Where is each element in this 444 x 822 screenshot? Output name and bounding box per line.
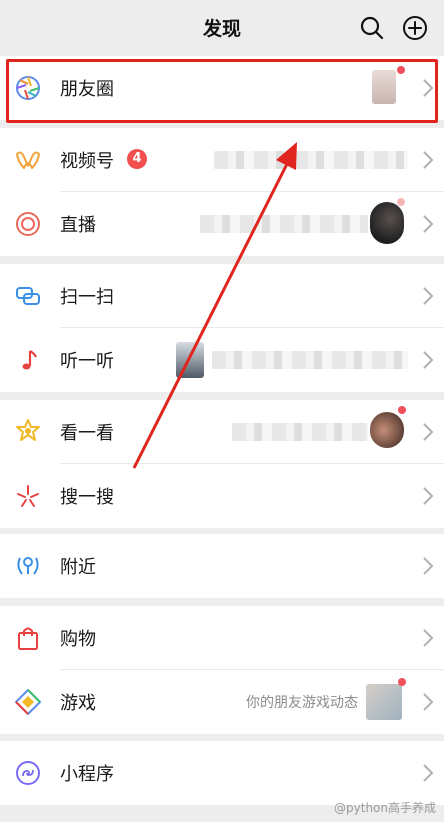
channels-icon: [16, 151, 40, 169]
chevron-right-icon: [423, 557, 434, 575]
menu-item-moments[interactable]: 朋友圈: [0, 56, 444, 120]
scan-icon: [16, 287, 40, 305]
menu-item-nearby[interactable]: 附近: [0, 534, 444, 598]
menu-label-live: 直播: [60, 215, 96, 236]
menu-item-shopping[interactable]: 购物: [0, 606, 444, 670]
menu-label-moments: 朋友圈: [60, 79, 114, 100]
chevron-right-icon: [423, 215, 434, 233]
menu-label-channels: 视频号: [60, 151, 114, 172]
menu-item-games[interactable]: 游戏 你的朋友游戏动态: [0, 670, 444, 734]
menu-label-games: 游戏: [60, 693, 96, 714]
group-shopping: 购物 游戏 你的朋友游戏动态: [0, 606, 444, 734]
menu-item-live[interactable]: 直播: [0, 192, 444, 256]
chevron-right-icon: [423, 151, 434, 169]
chevron-right-icon: [423, 351, 434, 369]
games-new-dot: [398, 678, 406, 686]
group-moments: 朋友圈: [0, 56, 444, 120]
group-mini-programs: 小程序: [0, 741, 444, 805]
games-thumbnail: [366, 684, 402, 720]
menu-item-channels[interactable]: 视频号 4: [0, 128, 444, 192]
chevron-right-icon: [423, 79, 434, 97]
top-stories-new-dot: [398, 406, 406, 414]
music-note-icon: [22, 350, 37, 370]
moments-new-dot: [397, 66, 405, 74]
search-icon[interactable]: [358, 14, 386, 42]
live-new-dot: [397, 198, 405, 206]
menu-item-listen[interactable]: 听一听: [0, 328, 444, 392]
group-scan: 扫一扫 听一听: [0, 264, 444, 392]
menu-label-mini-programs: 小程序: [60, 764, 114, 785]
chevron-right-icon: [423, 487, 434, 505]
top-stories-thumbnail: [370, 412, 404, 448]
menu-label-search: 搜一搜: [60, 487, 114, 508]
menu-item-search[interactable]: 搜一搜: [0, 464, 444, 528]
add-circle-icon[interactable]: [401, 14, 429, 42]
search-star-icon: [17, 485, 39, 507]
watermark: @python高手养成: [334, 801, 436, 815]
moments-aperture-icon: [16, 76, 40, 100]
chevron-right-icon: [423, 423, 434, 441]
group-nearby: 附近: [0, 534, 444, 598]
nearby-icon: [17, 557, 39, 575]
menu-label-shopping: 购物: [60, 629, 96, 650]
blurred-preview: [200, 215, 368, 233]
group-top-stories: 看一看 搜一搜: [0, 400, 444, 528]
mini-programs-icon: [16, 761, 40, 785]
blurred-preview: [232, 423, 368, 441]
live-thumbnail: [370, 202, 404, 244]
chevron-right-icon: [423, 693, 434, 711]
moments-avatar-thumbnail: [372, 70, 396, 104]
chevron-right-icon: [423, 287, 434, 305]
shopping-bag-icon: [18, 627, 38, 650]
top-stories-icon: [16, 419, 40, 441]
live-icon: [16, 212, 40, 236]
menu-label-nearby: 附近: [60, 557, 96, 578]
listen-thumbnail: [176, 342, 204, 378]
menu-item-mini-programs[interactable]: 小程序: [0, 741, 444, 805]
notification-badge: 4: [127, 149, 147, 169]
menu-label-scan: 扫一扫: [60, 287, 114, 308]
chevron-right-icon: [423, 629, 434, 647]
top-bar: 发现: [0, 0, 444, 56]
menu-label-top-stories: 看一看: [60, 423, 114, 444]
games-icon: [15, 689, 41, 715]
blurred-preview: [214, 151, 408, 169]
games-hint-text: 你的朋友游戏动态: [246, 695, 358, 711]
menu-item-scan[interactable]: 扫一扫: [0, 264, 444, 328]
menu-item-top-stories[interactable]: 看一看: [0, 400, 444, 464]
blurred-preview: [212, 351, 408, 369]
menu-label-listen: 听一听: [60, 351, 114, 372]
group-channels: 视频号 4 直播: [0, 128, 444, 256]
chevron-right-icon: [423, 764, 434, 782]
